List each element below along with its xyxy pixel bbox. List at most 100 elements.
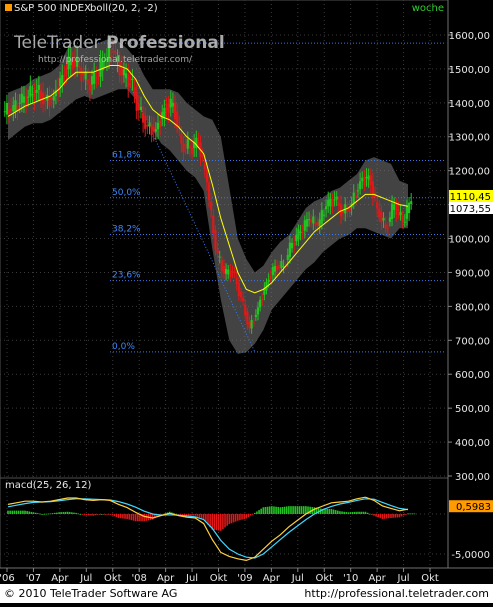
macd-histogram-bar <box>117 514 120 518</box>
chart-window: 61,8% 50,0% 38,2% 23,6% 0,0% 300,00 400,00 500… <box>0 0 493 603</box>
macd-histogram-bar <box>330 508 333 514</box>
y-tick-label: 400,00 <box>455 438 490 449</box>
macd-histogram-bar <box>345 512 348 514</box>
x-tick-label: '07 <box>26 573 41 584</box>
candle-up <box>169 98 172 108</box>
watermark-brand-bold: Professional <box>106 33 225 53</box>
candle-down <box>97 78 100 80</box>
macd-histogram-bar <box>190 514 192 516</box>
macd-histogram-bar <box>32 512 35 514</box>
candle-down <box>129 77 132 80</box>
macd-histogram-bar <box>332 509 335 514</box>
candle-up <box>31 94 34 96</box>
macd-histogram-bar <box>409 513 411 515</box>
macd-histogram-bar <box>96 514 99 515</box>
macd-histogram-bar <box>124 514 126 519</box>
candle-up <box>139 106 143 111</box>
macd-histogram-bar <box>56 512 58 514</box>
candle-up <box>273 265 277 272</box>
macd-histogram-bar <box>358 511 360 514</box>
macd-histogram-bar <box>17 510 20 514</box>
candle-down <box>210 201 213 210</box>
candle-up <box>124 73 128 79</box>
candle-up <box>148 122 151 127</box>
macd-histogram-bar <box>334 510 337 514</box>
candle-up <box>352 192 355 204</box>
y-tick-label: 1600,00 <box>449 31 490 42</box>
macd-histogram-bar <box>239 514 241 521</box>
macd-histogram-bar <box>407 513 409 515</box>
macd-histogram-bar <box>236 514 239 521</box>
candle-down <box>142 112 145 123</box>
y-tick-label: 1200,00 <box>449 167 490 178</box>
candle-down <box>39 90 43 101</box>
footer-url[interactable]: http://professional.teletrader.com <box>304 587 489 600</box>
macd-histogram-bar <box>60 512 62 514</box>
candle-down <box>395 204 398 215</box>
macd-histogram-bar <box>136 514 139 522</box>
candle-up <box>52 96 55 101</box>
macd-histogram-bar <box>368 513 371 515</box>
macd-histogram-bar <box>262 507 265 514</box>
macd-histogram-bar <box>98 514 101 515</box>
candle-down <box>252 321 255 323</box>
macd-histogram-bar <box>9 510 11 514</box>
macd-histogram-bar <box>290 506 292 514</box>
x-tick-label: '09 <box>237 573 252 584</box>
candle-down <box>269 275 272 280</box>
candle-down <box>207 182 211 200</box>
macd-histogram-bar <box>81 514 84 515</box>
candle-down <box>180 134 183 144</box>
chart-canvas[interactable]: 61,8% 50,0% 38,2% 23,6% 0,0% 300,00 400,00 500… <box>0 0 493 603</box>
candle-down <box>214 230 217 250</box>
candle-down <box>167 103 170 113</box>
macd-histogram-bar <box>19 510 22 514</box>
macd-histogram-bar <box>349 512 352 514</box>
candle-down <box>184 144 187 146</box>
candle-up <box>163 107 166 117</box>
candle-up <box>186 139 189 149</box>
candle-down <box>63 74 66 76</box>
macd-histogram-bar <box>336 510 339 514</box>
macd-histogram-bar <box>298 506 301 514</box>
macd-histogram-bar <box>126 514 128 520</box>
candle-up <box>122 69 126 76</box>
candle-down <box>48 96 51 107</box>
candle-down <box>384 224 387 229</box>
candle-up <box>405 206 409 219</box>
candle-up <box>250 319 253 329</box>
candle-up <box>37 85 40 90</box>
y-tick-label: 700,00 <box>455 336 490 347</box>
macd-histogram-bar <box>288 506 290 514</box>
macd-histogram-bar <box>11 510 14 514</box>
candle-down <box>276 265 279 271</box>
candle-down <box>310 219 313 223</box>
candle-down <box>88 84 92 91</box>
candle-down <box>44 100 47 102</box>
candle-down <box>50 97 53 100</box>
candle-down <box>165 107 168 110</box>
candle-up <box>290 242 294 249</box>
macd-histogram-bar <box>15 510 18 514</box>
macd-histogram-bar <box>275 506 277 514</box>
macd-histogram-bar <box>258 510 260 514</box>
candle-down <box>127 74 130 88</box>
candle-down <box>314 222 317 225</box>
candle-up <box>282 265 285 267</box>
macd-histogram-bar <box>339 511 341 514</box>
y-tick-label: 900,00 <box>455 268 490 279</box>
candle-up <box>333 199 336 201</box>
candle-down <box>246 311 249 325</box>
macd-histogram-bar <box>279 507 282 514</box>
candle-up <box>299 231 302 233</box>
macd-histogram-bar <box>366 512 369 514</box>
candle-up <box>329 198 332 207</box>
macd-histogram-bar <box>381 514 384 520</box>
candle-up <box>324 206 328 210</box>
candle-up <box>312 216 315 224</box>
candle-up <box>407 202 411 214</box>
candle-down <box>237 282 240 297</box>
macd-histogram-bar <box>13 510 16 514</box>
candle-up <box>303 220 306 231</box>
macd-histogram-bar <box>385 514 388 519</box>
